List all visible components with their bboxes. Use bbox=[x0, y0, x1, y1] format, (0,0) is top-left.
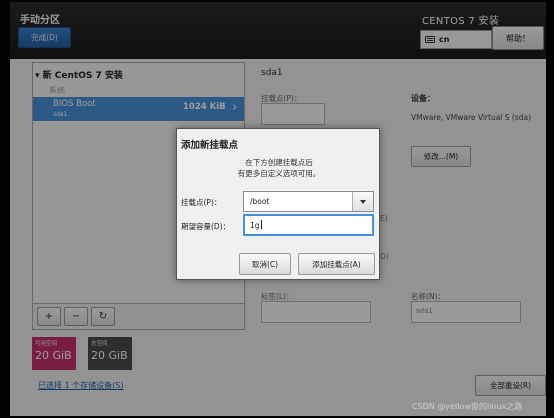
add-mount-point-dialog: 添加新挂载点 在下方创建挂载点后 有更多自定义选项可用。 挂载点(P)： /bo… bbox=[176, 128, 380, 280]
capacity-input[interactable]: 1g bbox=[243, 214, 374, 236]
dialog-description: 在下方创建挂载点后 有更多自定义选项可用。 bbox=[177, 157, 381, 179]
watermark: CSDN @yellow俊的linux之路 bbox=[412, 402, 523, 411]
add-mount-point-confirm-button[interactable]: 添加挂载点(A) bbox=[298, 253, 375, 275]
chevron-down-icon[interactable] bbox=[352, 192, 373, 211]
capacity-label: 期望容量(D)： bbox=[181, 222, 231, 231]
mount-point-combo-value: /boot bbox=[250, 197, 270, 206]
capacity-input-value: 1g bbox=[250, 221, 260, 230]
installer-screen: 手动分区 完成(D) CENTOS 7 安装 cn 帮助！ ▾ 新 CentOS… bbox=[10, 2, 546, 416]
cancel-button[interactable]: 取消(C) bbox=[239, 253, 291, 275]
mount-point-combo[interactable]: /boot bbox=[243, 191, 374, 212]
dialog-description-line: 在下方创建挂载点后 bbox=[245, 158, 313, 167]
text-caret bbox=[260, 220, 262, 229]
dialog-description-line: 有更多自定义选项可用。 bbox=[237, 169, 321, 178]
dialog-title: 添加新挂载点 bbox=[181, 140, 239, 151]
mount-point-label: 挂载点(P)： bbox=[181, 198, 222, 207]
